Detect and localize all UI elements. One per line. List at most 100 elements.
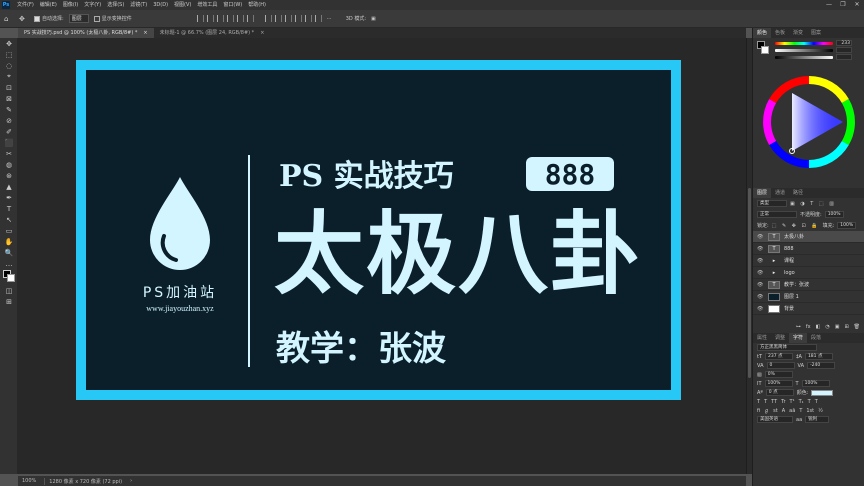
menu-window[interactable]: 窗口(W) bbox=[220, 0, 245, 10]
stylistic-icon[interactable]: aā bbox=[789, 408, 795, 414]
faux-italic-icon[interactable]: T bbox=[764, 399, 767, 405]
language-select[interactable]: 美国英语 bbox=[757, 416, 793, 423]
fill-input[interactable]: 100% bbox=[837, 222, 857, 229]
lasso-tool-icon[interactable]: ◌ bbox=[0, 60, 18, 71]
strikethrough-icon[interactable]: T bbox=[815, 399, 818, 405]
text-color-swatch[interactable] bbox=[811, 389, 834, 396]
tab-gradients[interactable]: 渐变 bbox=[789, 28, 807, 38]
auto-select-checkbox[interactable]: 自动选择: bbox=[34, 14, 64, 24]
folder-icon[interactable]: ▸ bbox=[768, 269, 780, 277]
font-family-select[interactable]: 方正黑黑简体 bbox=[757, 344, 817, 351]
eraser-tool-icon[interactable]: ◍ bbox=[0, 159, 18, 170]
titling-icon[interactable]: T bbox=[799, 408, 802, 414]
eye-icon[interactable]: 👁 bbox=[757, 246, 764, 252]
eye-icon[interactable]: 👁 bbox=[757, 294, 764, 300]
tab-ps-shizhan[interactable]: PS 实战技巧.psd @ 100% (太极八卦, RGB/8#) * × bbox=[18, 28, 154, 38]
move-tool-icon[interactable]: ✥ bbox=[0, 38, 18, 49]
rectangle-tool-icon[interactable]: ▭ bbox=[0, 225, 18, 236]
align-top-icon[interactable] bbox=[226, 15, 234, 22]
tab-close-icon[interactable]: × bbox=[143, 28, 147, 38]
all-caps-icon[interactable]: TT bbox=[771, 399, 777, 405]
gradient-tool-icon[interactable]: ⊛ bbox=[0, 170, 18, 181]
antialias-select[interactable]: 锐利 bbox=[805, 416, 830, 423]
adjustment-icon[interactable]: ◔ bbox=[825, 324, 829, 330]
layer-row[interactable]: 👁 T 太极八卦 bbox=[753, 231, 864, 243]
stamp-tool-icon[interactable]: ⬛ bbox=[0, 137, 18, 148]
eye-icon[interactable]: 👁 bbox=[757, 282, 764, 288]
maximize-button[interactable]: ❐ bbox=[836, 0, 850, 10]
tab-adjustments[interactable]: 调整 bbox=[771, 333, 789, 343]
align-right-icon[interactable] bbox=[216, 15, 224, 22]
font-size-input[interactable]: 237 点 bbox=[765, 353, 794, 360]
align-left-icon[interactable] bbox=[196, 15, 204, 22]
more-tools-icon[interactable]: … bbox=[0, 258, 18, 269]
opacity-input[interactable]: 100% bbox=[824, 211, 844, 218]
distribute-6-icon[interactable] bbox=[314, 15, 322, 22]
quick-mask-icon[interactable]: ◫ bbox=[0, 285, 18, 296]
screen-mode-icon[interactable]: ⊞ bbox=[0, 296, 18, 307]
alt-ligature-icon[interactable]: ℊ bbox=[764, 407, 769, 414]
subscript-icon[interactable]: T₁ bbox=[799, 399, 804, 405]
eye-icon[interactable]: 👁 bbox=[757, 234, 764, 240]
swash-icon[interactable]: A bbox=[782, 408, 785, 414]
zoom-tool-icon[interactable]: 🔍 bbox=[0, 247, 18, 258]
menu-view[interactable]: 视图(V) bbox=[171, 0, 194, 10]
hue-slider[interactable] bbox=[775, 41, 833, 45]
align-center-icon[interactable] bbox=[206, 15, 214, 22]
marquee-tool-icon[interactable]: ⬚ bbox=[0, 49, 18, 60]
blur-tool-icon[interactable]: ▲ bbox=[0, 181, 18, 192]
quick-select-tool-icon[interactable]: ⌖ bbox=[0, 71, 18, 82]
tab-channels[interactable]: 通道 bbox=[771, 188, 789, 198]
background-color-swatch[interactable] bbox=[7, 274, 15, 282]
vertical-scale-input[interactable]: 100% bbox=[764, 380, 793, 387]
layer-row[interactable]: 👁 T 888 bbox=[753, 243, 864, 255]
new-layer-icon[interactable]: ⊞ bbox=[844, 324, 848, 330]
folder-icon[interactable]: ▸ bbox=[768, 257, 780, 265]
align-middle-icon[interactable] bbox=[236, 15, 244, 22]
small-caps-icon[interactable]: Tr bbox=[781, 399, 785, 405]
color-swatches-icon[interactable] bbox=[0, 269, 18, 285]
distribute-2-icon[interactable] bbox=[274, 15, 282, 22]
distribute-4-icon[interactable] bbox=[294, 15, 302, 22]
menu-help[interactable]: 帮助(H) bbox=[245, 0, 269, 10]
brightness-slider[interactable] bbox=[775, 55, 833, 59]
menu-file[interactable]: 文件(F) bbox=[14, 0, 37, 10]
document-canvas[interactable]: PS加油站 www.jiayouzhan.xyz PS 实战技巧 888 太极八… bbox=[76, 60, 681, 400]
menu-plugins[interactable]: 增效工具 bbox=[194, 0, 220, 10]
tab-patterns[interactable]: 图案 bbox=[807, 28, 825, 38]
scale-input[interactable]: 0% bbox=[764, 371, 793, 378]
blend-mode-select[interactable]: 正常 bbox=[757, 211, 797, 218]
status-arrow-icon[interactable]: › bbox=[130, 478, 132, 484]
tracking-input[interactable]: -240 bbox=[807, 362, 836, 369]
tab-paths[interactable]: 路径 bbox=[789, 188, 807, 198]
layer-kind-filter[interactable]: 类型 bbox=[757, 200, 787, 207]
kerning-input[interactable]: 0 bbox=[766, 362, 795, 369]
ordinal-icon[interactable]: 1st bbox=[806, 408, 814, 414]
menu-filter[interactable]: 滤镜(T) bbox=[127, 0, 150, 10]
fraction-icon[interactable]: ½ bbox=[818, 408, 823, 414]
faux-bold-icon[interactable]: T bbox=[757, 399, 760, 405]
menu-select[interactable]: 选择(S) bbox=[104, 0, 127, 10]
distribute-1-icon[interactable] bbox=[264, 15, 272, 22]
layer-row[interactable]: 👁 ▸ 课程 bbox=[753, 255, 864, 267]
history-brush-tool-icon[interactable]: ✂ bbox=[0, 148, 18, 159]
leading-input[interactable]: 181 点 bbox=[804, 353, 833, 360]
scrollbar-thumb[interactable] bbox=[748, 188, 751, 378]
eye-icon[interactable]: 👁 bbox=[757, 306, 764, 312]
zoom-level[interactable]: 100% bbox=[22, 478, 36, 484]
fx-icon[interactable]: fx bbox=[806, 324, 811, 330]
distribute-3-icon[interactable] bbox=[284, 15, 292, 22]
frame-tool-icon[interactable]: ⊠ bbox=[0, 93, 18, 104]
show-transform-checkbox[interactable]: 显示变换控件 bbox=[93, 14, 132, 24]
distribute-5-icon[interactable] bbox=[304, 15, 312, 22]
home-icon[interactable]: ⌂ bbox=[4, 14, 14, 24]
path-select-tool-icon[interactable]: ↖ bbox=[0, 214, 18, 225]
baseline-input[interactable]: 0 点 bbox=[765, 389, 794, 396]
auto-select-dropdown[interactable]: 图层 bbox=[68, 14, 89, 23]
brush-tool-icon[interactable]: ✐ bbox=[0, 126, 18, 137]
menu-type[interactable]: 文字(Y) bbox=[81, 0, 104, 10]
crop-tool-icon[interactable]: ⊡ bbox=[0, 82, 18, 93]
eyedropper-tool-icon[interactable]: ✎ bbox=[0, 104, 18, 115]
horizontal-scale-input[interactable]: 100% bbox=[801, 380, 830, 387]
layer-row[interactable]: 👁 ▸ logo bbox=[753, 267, 864, 279]
